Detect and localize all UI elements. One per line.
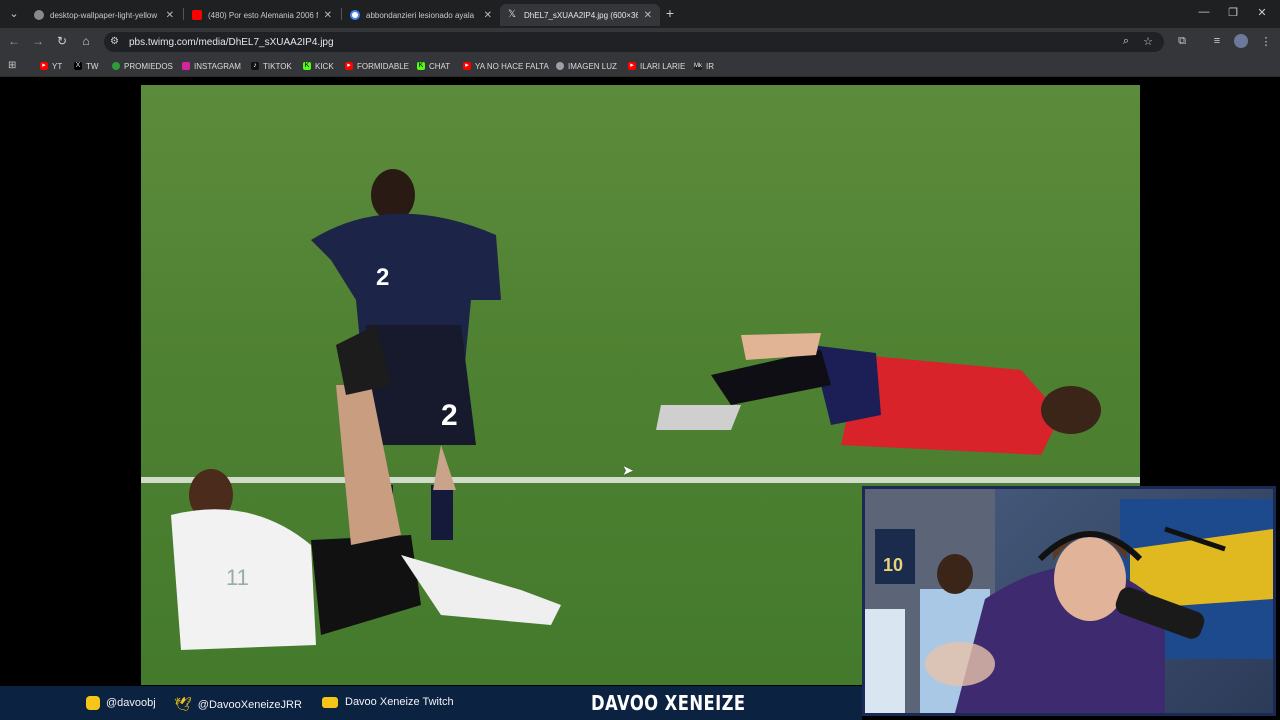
tab-title: desktop-wallpaper-light-yellow [50,10,158,20]
forward-icon[interactable]: → [30,34,46,48]
tiktok-icon: ♪ [251,62,259,70]
youtube-icon: ▸ [40,62,48,70]
bookmark-label: IMAGEN LUZ [568,61,617,71]
tab-search-chevron-icon[interactable]: ⌄ [2,7,26,20]
tab-4-active[interactable]: 𝕏 DhEL7_sXUAA2IP4.jpg (600×36 ✕ [500,4,660,26]
home-icon[interactable]: ⌂ [78,34,94,48]
twitter-handle-text: @DavooXeneizeJRR [197,698,302,711]
window-close-icon[interactable]: ✕ [1250,6,1274,19]
goalkeeper-red [656,333,1101,455]
profile-avatar[interactable] [1234,34,1248,48]
webcam-scene: 10 [865,489,1273,713]
shirt-number-front: 2 [376,264,389,291]
twitch-handle: Davoo Xeneize Twitch [322,696,454,708]
webcam-feed: 10 [862,486,1276,716]
bookmark-label: TW [86,61,99,71]
back-icon[interactable]: ← [6,34,22,48]
new-tab-button[interactable]: + [658,5,682,21]
site-info-icon[interactable]: ⚙ [110,36,119,47]
youtube-icon: ▸ [345,62,353,70]
instagram-icon [182,62,190,70]
zoom-icon[interactable]: ⌕ [1118,35,1134,48]
youtube-icon: ▸ [463,62,471,70]
channel-brand: DAVOO XENEIZE [591,691,746,715]
ball-icon [112,62,120,70]
bookmark-ilari-larie[interactable]: ▸ ILARI LARIE [628,60,685,72]
globe-icon [34,10,44,20]
bookmark-imagen-luz[interactable]: IMAGEN LUZ [556,60,617,72]
poster-number: 10 [883,555,903,575]
twitch-handle-text: Davoo Xeneize Twitch [345,696,454,708]
twitter-handle: 🕊 @DavooXeneizeJRR [174,696,302,713]
bookmark-kick[interactable]: K KICK [303,60,334,72]
bookmark-label: ILARI LARIE [640,61,686,71]
globe-icon [556,62,564,70]
bookmark-label: PROMIEDOS [124,61,173,71]
instagram-handle: @davoobj [86,696,156,710]
tab-title: DhEL7_sXUAA2IP4.jpg (600×36 [524,10,638,20]
bookmark-promiedos[interactable]: PROMIEDOS [112,60,173,72]
kick-icon: K [417,62,425,70]
bookmark-ir[interactable]: Mk IR [694,60,714,72]
bookmark-tiktok[interactable]: ♪ TIKTOK [251,60,292,72]
tab-2[interactable]: (480) Por esto Alemania 2006 fu ✕ [184,4,340,26]
tab-title: abbondanzieri lesionado ayala [366,10,475,20]
lying-player-white: 11 [171,325,561,650]
bookmark-ya-no-hace-falta[interactable]: ▸ YA NO HACE FALTA [463,60,549,72]
x-icon: X [74,62,82,70]
shirt-number-back: 11 [226,565,249,590]
youtube-icon [322,696,338,708]
bookmark-label: IR [706,61,714,71]
mk-icon: Mk [694,62,702,70]
tab-title: (480) Por esto Alemania 2006 fu [208,10,318,20]
close-icon[interactable]: ✕ [484,10,492,21]
bookmark-yt[interactable]: ▸ YT [40,60,62,72]
touchline [141,477,1140,483]
close-icon[interactable]: ✕ [166,10,174,21]
bookmark-star-icon[interactable]: ☆ [1140,35,1156,48]
youtube-icon [192,10,202,20]
url-text[interactable]: pbs.twimg.com/media/DhEL7_sXUAA2IP4.jpg [129,37,334,48]
close-icon[interactable]: ✕ [644,10,652,21]
reload-icon[interactable]: ↻ [54,34,70,48]
bookmark-instagram[interactable]: INSTAGRAM [182,60,241,72]
bookmark-label: YA NO HACE FALTA [475,61,549,71]
bookmark-tw[interactable]: X TW [74,60,98,72]
bookmark-label: YT [52,61,63,71]
youtube-icon: ▸ [628,62,636,70]
apps-grid-icon[interactable]: ⊞ [8,60,16,71]
tab-3[interactable]: abbondanzieri lesionado ayala ✕ [342,4,500,26]
extensions-icon[interactable]: ⧉ [1174,35,1190,48]
bookmark-label: CHAT [429,61,451,71]
restore-icon[interactable]: ❐ [1221,6,1245,19]
close-icon[interactable]: ✕ [324,10,332,21]
bookmark-label: INSTAGRAM [194,61,241,71]
menu-kebab-icon[interactable]: ⋮ [1258,35,1274,48]
kick-icon: K [303,62,311,70]
bookmark-label: FORMIDABLE [357,61,410,71]
mouse-cursor-icon: ➤ [622,462,634,478]
bookmark-label: TIKTOK [263,61,292,71]
google-icon [350,10,360,20]
instagram-icon [86,696,100,710]
bookmark-formidable[interactable]: ▸ FORMIDABLE [345,60,409,72]
shorts-number: 2 [441,399,458,432]
bookmark-label: KICK [315,61,334,71]
media-control-icon[interactable]: ≡ [1209,35,1225,47]
instagram-handle-text: @davoobj [106,697,156,709]
streamer-face [1054,537,1126,621]
minimize-icon[interactable]: — [1192,6,1216,18]
twitter-bird-icon: 🕊 [174,696,192,712]
bookmark-chat[interactable]: K CHAT [417,60,450,72]
tab-1[interactable]: desktop-wallpaper-light-yellow ✕ [26,4,182,26]
x-icon: 𝕏 [508,9,517,20]
